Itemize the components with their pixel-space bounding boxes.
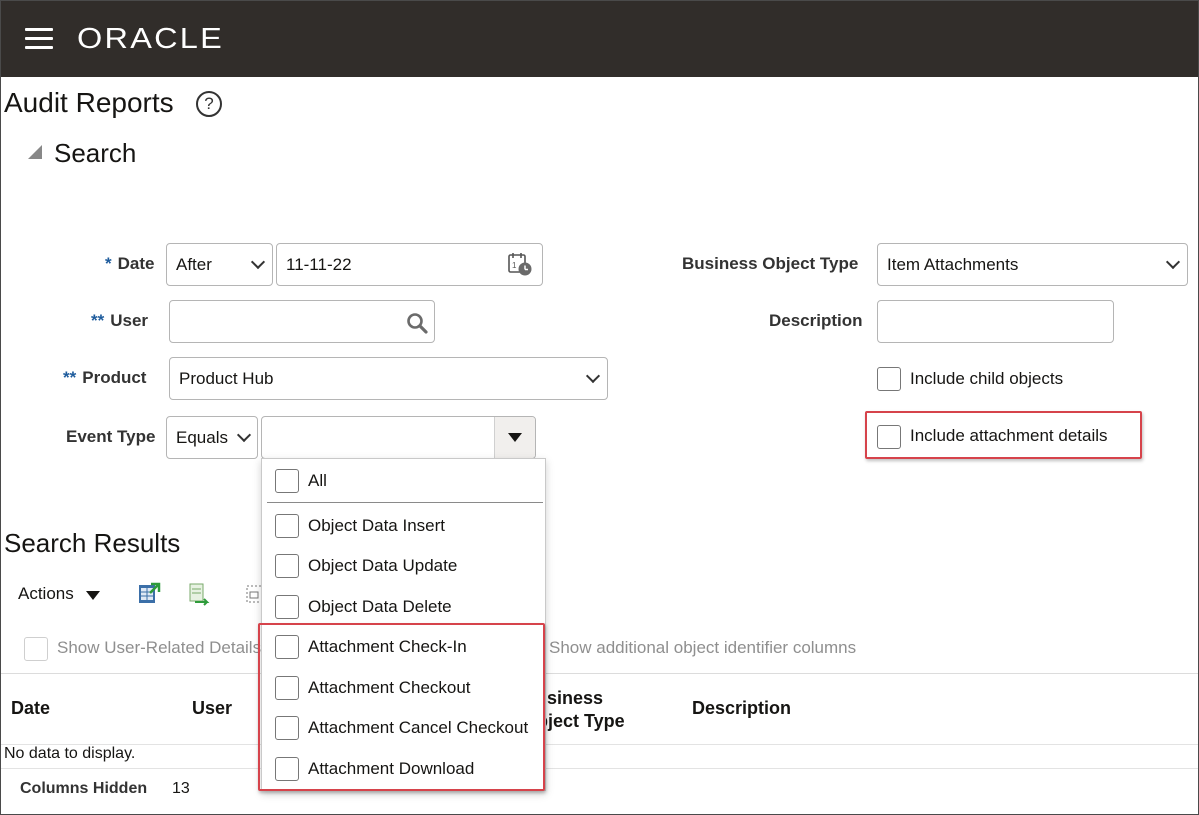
chevron-down-icon [250,254,266,270]
required-mark: ** [91,311,105,330]
dropdown-caret-icon[interactable] [494,417,535,458]
actions-caret-icon[interactable] [86,591,100,600]
show-additional-columns-label: Show additional object identifier column… [549,638,857,657]
svg-text:1: 1 [512,261,517,270]
business-object-type-label: Business Object Type [682,254,859,273]
event-type-operator-select[interactable]: Equals [166,416,258,459]
event-type-label: Event Type [66,427,156,446]
include-child-objects-label: Include child objects [910,369,1064,388]
calendar-icon[interactable]: 1 [508,252,532,276]
chevron-down-icon [236,427,252,443]
columns-hidden-count: 13 [172,780,190,797]
option-label: Object Data Delete [308,597,452,616]
show-user-related-checkbox[interactable] [24,637,48,661]
user-search-input[interactable] [169,300,435,343]
search-results-heading: Search Results [4,528,181,558]
date-operator-select[interactable]: After [166,243,273,286]
option-label: Object Data Insert [308,516,446,535]
highlight-box-attachment-events [258,623,545,791]
event-type-input[interactable] [261,416,536,459]
table-header-border [1,744,1198,745]
option-checkbox[interactable] [275,469,299,493]
dropdown-option[interactable]: Object Data Delete [262,587,545,627]
option-label: Object Data Update [308,556,458,575]
actions-menu[interactable]: Actions [18,584,74,604]
no-data-message: No data to display. [4,745,136,762]
product-value: Product Hub [179,369,274,388]
chevron-down-icon [585,368,601,384]
include-attachment-details-label: Include attachment details [910,426,1108,445]
description-label: Description [769,311,863,330]
date-value: 11-11-22 [286,255,352,274]
table-bottom-border [1,768,1198,769]
product-label: ** Product [63,368,147,387]
product-select[interactable]: Product Hub [169,357,608,400]
description-input[interactable] [877,300,1114,343]
freeze-icon[interactable] [187,582,211,606]
required-mark: * [105,254,112,273]
hamburger-menu-icon[interactable] [25,28,53,50]
business-object-type-select[interactable]: Item Attachments [877,243,1188,286]
dropdown-option[interactable]: Object Data Insert [262,506,545,546]
collapse-triangle-icon[interactable] [28,145,42,159]
column-header-date[interactable]: Date [11,698,50,719]
required-mark: ** [63,368,77,387]
table-top-border [1,673,1198,674]
dropdown-divider [267,502,543,503]
include-attachment-details-checkbox[interactable] [877,425,901,449]
date-label: * Date [105,254,155,273]
option-checkbox[interactable] [275,514,299,538]
page-title: Audit Reports [4,87,174,118]
chevron-down-icon [1165,254,1181,270]
top-bar: ORACLE [1,1,1198,77]
columns-hidden-label: Columns Hidden [20,780,148,797]
date-operator-value: After [176,255,212,274]
include-child-objects-checkbox[interactable] [877,367,901,391]
export-to-excel-icon[interactable] [137,582,161,606]
date-input[interactable]: 11-11-22 1 [276,243,543,286]
dropdown-option-all[interactable]: All [262,461,545,501]
help-icon[interactable]: ? [196,91,222,117]
column-header-user[interactable]: User [192,698,232,719]
oracle-logo[interactable]: ORACLE [77,23,224,56]
app-frame: ORACLE Audit Reports ? Search * Date Afte… [0,0,1199,815]
dropdown-option[interactable]: Object Data Update [262,546,545,586]
option-checkbox[interactable] [275,595,299,619]
user-label: ** User [91,311,149,330]
option-checkbox[interactable] [275,554,299,578]
business-object-type-value: Item Attachments [887,255,1019,274]
option-label: All [308,471,327,490]
search-icon[interactable] [406,312,428,334]
search-heading[interactable]: Search [54,138,136,169]
show-user-related-label: Show User-Related Details [57,638,262,657]
event-type-operator-value: Equals [176,428,228,447]
column-header-description[interactable]: Description [692,698,791,719]
